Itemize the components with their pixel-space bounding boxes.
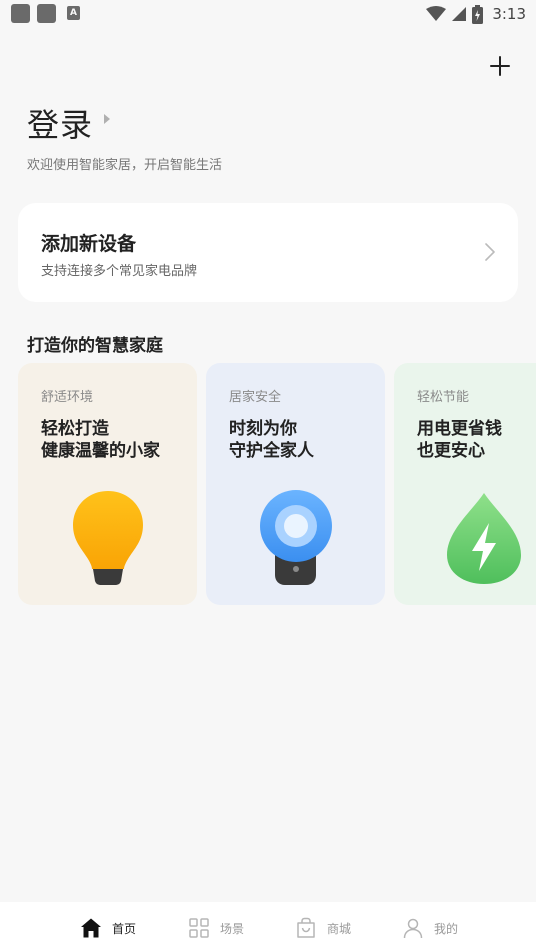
caret-right-icon: [104, 114, 110, 124]
tab-label: 商城: [327, 921, 352, 936]
bottom-tab-bar: 首页 场景 商城 我的: [0, 902, 536, 952]
tab-label: 场景: [220, 921, 245, 936]
login-subtitle: 欢迎使用智能家居，开启智能生活: [27, 158, 223, 173]
add-device-card[interactable]: 添加新设备 支持连接多个常见家电品牌: [18, 203, 518, 302]
home-icon: [81, 918, 101, 938]
tab-home[interactable]: 首页: [80, 916, 136, 940]
user-icon: [403, 918, 423, 939]
feature-headline-2: 健康温馨的小家: [41, 441, 160, 461]
energy-drop-icon: [447, 493, 521, 584]
tab-store[interactable]: 商城: [295, 916, 351, 940]
grid-icon: [189, 918, 209, 938]
feature-card-security[interactable]: 居家安全 时刻为你 守护全家人: [206, 363, 385, 605]
signal-icon: [452, 7, 467, 21]
feature-category: 舒适环境: [41, 390, 94, 405]
tab-label: 首页: [112, 921, 137, 936]
status-icons: 3:13: [426, 3, 526, 25]
wifi-icon: [426, 6, 447, 21]
tab-label: 我的: [434, 921, 459, 936]
tab-scenes[interactable]: 场景: [188, 916, 244, 940]
tab-profile[interactable]: 我的: [402, 916, 458, 940]
add-device-subtitle: 支持连接多个常见家电品牌: [41, 264, 198, 279]
feature-card-energy[interactable]: 轻松节能 用电更省钱 也更安心: [394, 363, 536, 605]
login-link[interactable]: 登录: [27, 100, 93, 146]
status-bar: A 3:13: [0, 0, 536, 28]
security-camera-icon: [260, 490, 332, 585]
battery-charging-icon: [472, 4, 484, 24]
feature-category: 轻松节能: [417, 390, 470, 405]
lightbulb-icon: [73, 491, 143, 585]
plus-icon: [490, 56, 510, 76]
feature-category: 居家安全: [229, 390, 282, 405]
feature-card-comfort[interactable]: 舒适环境 轻松打造 健康温馨的小家: [18, 363, 197, 605]
notification-icon: [11, 4, 30, 23]
feature-card-carousel[interactable]: 舒适环境 轻松打造 健康温馨的小家 居家安全 时刻为你 守护全家人 轻松节能 用…: [18, 363, 536, 605]
shopping-bag-icon: [297, 917, 315, 938]
chevron-right-icon: [485, 243, 495, 261]
feature-headline-2: 守护全家人: [229, 441, 314, 461]
add-device-title: 添加新设备: [41, 233, 137, 255]
clock: 3:13: [492, 5, 526, 23]
notification-icon: [37, 4, 56, 23]
feature-headline-2: 也更安心: [417, 441, 485, 461]
add-button[interactable]: [486, 52, 514, 80]
section-title: 打造你的智慧家庭: [27, 336, 163, 356]
notification-letter-icon: A: [67, 6, 80, 20]
